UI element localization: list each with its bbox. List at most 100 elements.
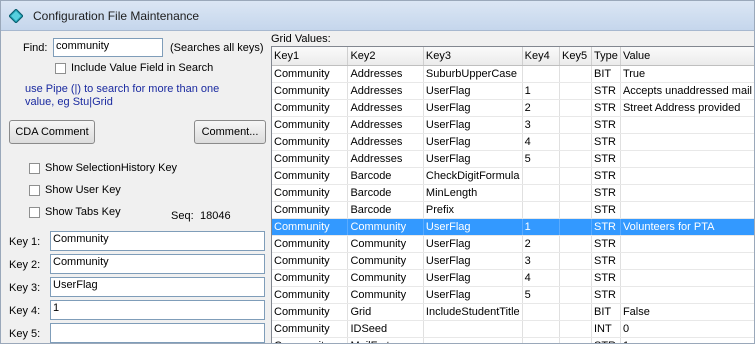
grid-cell[interactable]: UserFlag <box>423 150 523 168</box>
grid-cell[interactable]: Volunteers for PTA <box>620 218 754 236</box>
grid-cell[interactable]: 3 <box>522 252 560 270</box>
grid-cell[interactable]: 3 <box>522 116 560 134</box>
table-row[interactable]: Community Community UserFlag 1 STR Volunteers… <box>272 218 754 236</box>
grid-cell[interactable]: Street Address provided <box>620 99 754 117</box>
grid-cell[interactable]: UserFlag <box>423 269 523 287</box>
grid-cell[interactable]: Barcode <box>347 167 424 185</box>
grid-cell[interactable]: Community <box>272 320 349 338</box>
grid-cell[interactable] <box>620 269 754 287</box>
show-user-key-checkbox[interactable] <box>29 185 40 196</box>
col-header-value[interactable]: Value <box>620 47 754 66</box>
grid-cell[interactable]: Community <box>347 218 424 236</box>
grid-cell[interactable]: Community <box>272 286 349 304</box>
grid-cell[interactable]: MinLength <box>423 184 523 202</box>
grid-cell[interactable]: STR <box>591 286 621 304</box>
grid-cell[interactable]: Prefix <box>423 201 523 219</box>
grid-cell[interactable]: STR <box>591 235 621 253</box>
grid-cell[interactable] <box>522 303 560 321</box>
grid-cell[interactable]: CheckDigitFormula <box>423 167 523 185</box>
grid-cell[interactable] <box>559 286 593 304</box>
grid-cell[interactable]: STR <box>591 99 621 117</box>
grid-cell[interactable]: STR <box>591 116 621 134</box>
grid-cell[interactable] <box>559 184 593 202</box>
grid-cell[interactable]: UserFlag <box>423 99 523 117</box>
grid-cell[interactable] <box>620 133 754 151</box>
grid-cell[interactable] <box>620 150 754 168</box>
table-row[interactable]: Community Barcode MinLength STR <box>272 184 754 202</box>
grid-cell[interactable]: UserFlag <box>423 235 523 253</box>
grid-cell[interactable]: STR <box>591 337 621 343</box>
show-selection-history-checkbox[interactable] <box>29 163 40 174</box>
grid-cell[interactable]: Community <box>272 65 349 83</box>
col-header-key4[interactable]: Key4 <box>522 47 560 66</box>
cda-comment-button[interactable]: CDA Comment <box>9 120 95 144</box>
include-value-checkbox[interactable] <box>55 63 66 74</box>
grid-cell[interactable]: Community <box>347 269 424 287</box>
grid-cell[interactable] <box>559 82 593 100</box>
grid-cell[interactable]: Community <box>347 252 424 270</box>
grid-cell[interactable] <box>559 99 593 117</box>
grid-cell[interactable]: STR <box>591 150 621 168</box>
grid-cell[interactable]: 2 <box>522 235 560 253</box>
grid-cell[interactable]: STR <box>591 218 621 236</box>
grid-cell[interactable] <box>522 167 560 185</box>
grid-cell[interactable]: 4 <box>522 133 560 151</box>
grid-cell[interactable]: Barcode <box>347 201 424 219</box>
find-input[interactable]: community <box>53 38 163 57</box>
grid-cell[interactable]: INT <box>591 320 621 338</box>
key1-input[interactable]: Community <box>50 231 265 251</box>
col-header-key2[interactable]: Key2 <box>347 47 424 66</box>
grid-cell[interactable]: Community <box>272 150 349 168</box>
grid-cell[interactable]: Community <box>272 184 349 202</box>
grid-cell[interactable] <box>522 201 560 219</box>
grid-cell[interactable]: Addresses <box>347 150 424 168</box>
grid-cell[interactable]: Community <box>347 286 424 304</box>
grid-cell[interactable]: UserFlag <box>423 116 523 134</box>
col-header-type[interactable]: Type <box>591 47 621 66</box>
key3-input[interactable]: UserFlag <box>50 277 265 297</box>
grid-cell[interactable]: MailFmt <box>347 337 424 343</box>
grid-cell[interactable]: Community <box>272 337 349 343</box>
grid-cell[interactable]: IDSeed <box>347 320 424 338</box>
grid-cell[interactable]: STR <box>591 252 621 270</box>
grid-values-table[interactable]: Key1 Key2 Key3 Key4 Key5 Type Value Comm… <box>271 46 754 343</box>
grid-cell[interactable]: Community <box>272 116 349 134</box>
grid-cell[interactable]: Grid <box>347 303 424 321</box>
grid-cell[interactable] <box>559 303 593 321</box>
grid-cell[interactable]: 4 <box>522 269 560 287</box>
grid-cell[interactable] <box>423 320 523 338</box>
grid-cell[interactable]: STR <box>591 133 621 151</box>
grid-cell[interactable] <box>559 167 593 185</box>
grid-cell[interactable] <box>620 184 754 202</box>
grid-cell[interactable] <box>522 65 560 83</box>
grid-cell[interactable]: Community <box>272 82 349 100</box>
grid-cell[interactable] <box>559 201 593 219</box>
grid-cell[interactable] <box>620 201 754 219</box>
grid-cell[interactable]: Community <box>272 303 349 321</box>
table-row[interactable]: Community Addresses UserFlag 5 STR <box>272 150 754 168</box>
grid-cell[interactable]: Addresses <box>347 116 424 134</box>
grid-cell[interactable]: STR <box>591 184 621 202</box>
grid-cell[interactable]: BIT <box>591 303 621 321</box>
table-row[interactable]: Community Community UserFlag 4 STR <box>272 269 754 287</box>
grid-cell[interactable]: Community <box>272 133 349 151</box>
grid-cell[interactable]: 2 <box>522 99 560 117</box>
grid-cell[interactable]: STR <box>591 167 621 185</box>
grid-cell[interactable]: STR <box>591 201 621 219</box>
grid-cell[interactable]: Community <box>272 167 349 185</box>
grid-cell[interactable]: Community <box>272 235 349 253</box>
table-row[interactable]: Community IDSeed INT 0 <box>272 320 754 338</box>
grid-cell[interactable]: 5 <box>522 286 560 304</box>
grid-cell[interactable] <box>559 218 593 236</box>
grid-cell[interactable] <box>620 167 754 185</box>
col-header-key3[interactable]: Key3 <box>423 47 523 66</box>
show-tabs-key-checkbox[interactable] <box>29 207 40 218</box>
grid-cell[interactable]: Addresses <box>347 133 424 151</box>
grid-cell[interactable] <box>559 337 593 343</box>
table-row[interactable]: Community Barcode CheckDigitFormula STR <box>272 167 754 185</box>
grid-cell[interactable]: Accepts unaddressed mail <box>620 82 754 100</box>
grid-cell[interactable]: Community <box>272 252 349 270</box>
table-row[interactable]: Community Community UserFlag 5 STR <box>272 286 754 304</box>
table-row[interactable]: Community Addresses UserFlag 2 STR Street Add… <box>272 99 754 117</box>
grid-cell[interactable]: 1 <box>522 218 560 236</box>
